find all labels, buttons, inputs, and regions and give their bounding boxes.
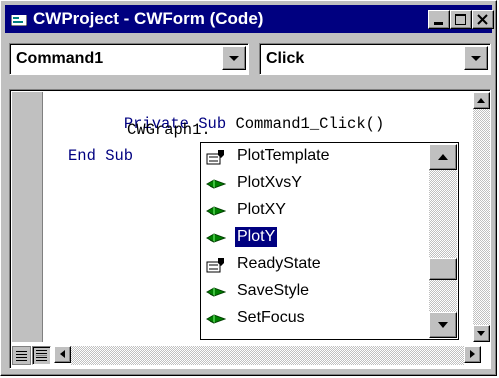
- property-icon: [206, 149, 226, 165]
- autocomplete-item[interactable]: SetFocus: [203, 306, 429, 332]
- autocomplete-item[interactable]: PlotTemplate: [203, 144, 429, 170]
- minimize-button[interactable]: [428, 10, 450, 29]
- autocomplete-item[interactable]: ReadyState: [203, 252, 429, 278]
- arrow-down-icon: [438, 322, 448, 328]
- full-module-view-icon: [36, 350, 47, 361]
- list-scroll-thumb[interactable]: [429, 258, 457, 280]
- arrow-up-icon: [477, 98, 485, 103]
- chevron-down-icon: [229, 56, 239, 61]
- title-bar[interactable]: CWProject - CWForm (Code): [5, 5, 494, 33]
- procedure-combo-value: Click: [266, 50, 305, 67]
- scroll-left-button[interactable]: [54, 346, 71, 363]
- close-icon: [477, 14, 488, 25]
- arrow-left-icon: [60, 350, 65, 358]
- code-line-2[interactable]: CWGraph1.: [127, 120, 211, 140]
- scroll-right-button[interactable]: [464, 346, 481, 363]
- autocomplete-item[interactable]: PlotXvsY: [203, 171, 429, 197]
- editor-vertical-scrollbar[interactable]: [473, 92, 490, 342]
- autocomplete-item-label: SaveStyle: [237, 282, 310, 299]
- method-icon: [205, 230, 227, 246]
- scroll-track[interactable]: [473, 109, 490, 325]
- autocomplete-item-label: PlotXY: [237, 201, 286, 218]
- arrow-up-icon: [438, 154, 448, 160]
- autocomplete-item-label: ReadyState: [237, 255, 321, 272]
- horizontal-scroll-track[interactable]: [71, 346, 464, 365]
- chevron-down-icon: [471, 56, 481, 61]
- object-combo[interactable]: Command1: [9, 43, 249, 75]
- list-scroll-track-lower[interactable]: [429, 280, 457, 312]
- procedure-view-icon: [16, 351, 27, 361]
- autocomplete-item-label: SetFocus: [237, 309, 305, 326]
- maximize-icon: [455, 14, 466, 25]
- autocomplete-item[interactable]: PlotXY: [203, 198, 429, 224]
- scroll-down-button[interactable]: [473, 325, 490, 342]
- arrow-down-icon: [477, 331, 485, 336]
- full-module-view-button[interactable]: [32, 346, 51, 365]
- list-scroll-down-button[interactable]: [429, 312, 457, 338]
- window-title: CWProject - CWForm (Code): [33, 9, 264, 28]
- procedure-view-button[interactable]: [12, 346, 31, 365]
- margin-indicator-bar[interactable]: [12, 92, 43, 342]
- autocomplete-list[interactable]: PlotTemplate PlotXvsY PlotXY PlotY ReadyStat…: [200, 142, 459, 340]
- procedure-combo-dropdown-button[interactable]: [464, 46, 488, 70]
- method-icon: [205, 284, 227, 300]
- minimize-icon: [434, 22, 443, 25]
- autocomplete-scrollbar[interactable]: [429, 144, 457, 338]
- code-window: CWProject - CWForm (Code) Command1 Click…: [0, 0, 497, 376]
- autocomplete-item-label: PlotY: [233, 226, 279, 248]
- scroll-up-button[interactable]: [473, 92, 490, 109]
- autocomplete-item-label: PlotXvsY: [237, 174, 302, 191]
- autocomplete-item[interactable]: SaveStyle: [203, 279, 429, 305]
- editor-bottom-bar: [12, 342, 490, 368]
- close-button[interactable]: [472, 10, 494, 29]
- autocomplete-item[interactable]: PlotY: [203, 225, 429, 251]
- code-line-3[interactable]: End Sub: [68, 146, 133, 166]
- procedure-signature: Command1_Click(): [226, 115, 385, 133]
- property-icon: [206, 257, 226, 273]
- method-icon: [205, 203, 227, 219]
- list-scroll-up-button[interactable]: [429, 144, 457, 170]
- autocomplete-item-label: PlotTemplate: [237, 147, 330, 164]
- method-icon: [205, 176, 227, 192]
- object-combo-dropdown-button[interactable]: [222, 46, 246, 70]
- procedure-combo[interactable]: Click: [259, 43, 491, 75]
- code-window-icon: [11, 12, 27, 26]
- arrow-right-icon: [470, 350, 475, 358]
- maximize-button[interactable]: [450, 10, 472, 29]
- list-scroll-track[interactable]: [429, 170, 457, 258]
- object-combo-value: Command1: [16, 50, 104, 67]
- method-icon: [205, 311, 227, 327]
